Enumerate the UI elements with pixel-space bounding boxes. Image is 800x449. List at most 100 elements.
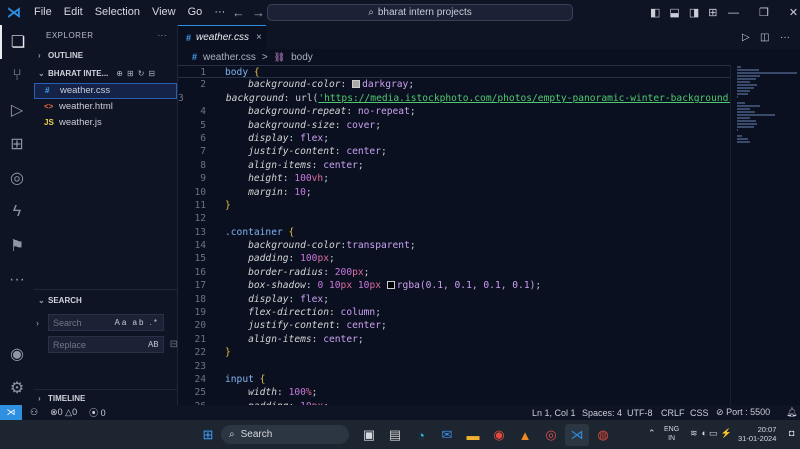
search-input[interactable]: Search Aa ab .* bbox=[48, 314, 164, 331]
live-server-status[interactable]: ⊘ Port : 5500 bbox=[716, 407, 770, 418]
file-weather-css[interactable]: # weather.css bbox=[34, 83, 177, 99]
code-line[interactable]: 7 justify-content: center; bbox=[178, 145, 730, 158]
color-swatch[interactable] bbox=[352, 80, 361, 89]
extensions-icon[interactable]: ⊞ bbox=[0, 127, 34, 161]
code-line[interactable]: 13 .container { bbox=[178, 226, 730, 239]
replace-all-icon[interactable]: ⊟ bbox=[170, 339, 178, 350]
match-case-toggle[interactable]: Aa bbox=[114, 318, 128, 327]
mail-icon[interactable]: ✉ bbox=[435, 424, 459, 446]
windows-start-icon[interactable]: ⊞ bbox=[196, 424, 220, 446]
menu-selection[interactable]: Selection bbox=[89, 0, 146, 25]
folder-icon[interactable]: ▬ bbox=[461, 424, 485, 446]
more-actions-icon[interactable]: ··· bbox=[158, 25, 168, 47]
notifications-bell-icon[interactable]: 🔔︎ bbox=[786, 407, 797, 418]
chrome-icon[interactable]: ◉ bbox=[487, 424, 511, 446]
menu-view[interactable]: View bbox=[146, 0, 182, 25]
code-line[interactable]: 8 align-items: center; bbox=[178, 159, 730, 172]
eol-status[interactable]: CRLF bbox=[661, 408, 685, 418]
toggle-panel-icon[interactable]: ⬓ bbox=[669, 6, 679, 19]
project-section[interactable]: ⌄ BHARAT INTE... ⊕⊞↻⊟ bbox=[34, 65, 177, 83]
code-line[interactable]: 12 bbox=[178, 212, 730, 225]
editor-more-icon[interactable]: ··· bbox=[780, 32, 790, 43]
toggle-primary-sidebar-icon[interactable]: ◧ bbox=[650, 6, 660, 19]
system-tray-icons[interactable]: ≋◖▭⚡ bbox=[690, 428, 735, 439]
code-line[interactable]: 22} bbox=[178, 346, 730, 359]
code-editor[interactable]: 1 body {2 background-color: darkgray; 3 ba… bbox=[178, 65, 730, 405]
command-center-search[interactable]: ⌕ bharat intern projects bbox=[267, 4, 573, 21]
explorer-files-icon[interactable]: ❏ bbox=[0, 25, 34, 59]
whole-word-toggle[interactable]: ab bbox=[133, 318, 146, 327]
vlc-icon[interactable]: ▲ bbox=[513, 424, 537, 446]
customize-layout-icon[interactable]: ⊞ bbox=[708, 6, 717, 19]
code-line[interactable]: 10 margin: 10; bbox=[178, 186, 730, 199]
explorer-actions[interactable]: ⊕⊞↻⊟ bbox=[116, 65, 159, 83]
code-line[interactable]: 23 bbox=[178, 360, 730, 373]
taskbar-search[interactable]: ⌕ Search bbox=[221, 425, 349, 444]
code-line[interactable]: 5 background-size: cover; bbox=[178, 119, 730, 132]
breadcrumb-file[interactable]: weather.css bbox=[203, 52, 256, 63]
code-line[interactable]: 20 justify-content: center; bbox=[178, 319, 730, 332]
file-explorer-icon[interactable]: ▤ bbox=[383, 424, 407, 446]
menu-file[interactable]: File bbox=[28, 0, 58, 25]
toggle-replace-icon[interactable]: › bbox=[36, 318, 39, 328]
code-line[interactable]: 6 display: flex; bbox=[178, 132, 730, 145]
vscode-taskbar-icon[interactable]: ⋊ bbox=[565, 424, 589, 446]
breadcrumb-symbol[interactable]: body bbox=[291, 52, 313, 63]
menu-edit[interactable]: Edit bbox=[58, 0, 89, 25]
task-view-icon[interactable]: ▣ bbox=[357, 424, 381, 446]
source-control-icon[interactable]: ⑂ bbox=[0, 59, 34, 93]
encoding-status[interactable]: UTF-8 bbox=[627, 408, 653, 418]
accounts-status-icon[interactable]: ⚇ bbox=[30, 407, 38, 418]
menu-go[interactable]: Go bbox=[182, 0, 209, 25]
outline-section[interactable]: › OUTLINE bbox=[34, 47, 177, 65]
indentation-status[interactable]: Spaces: 4 bbox=[582, 408, 622, 418]
close-window-icon[interactable]: ✕ bbox=[789, 6, 798, 19]
color-swatch[interactable] bbox=[386, 281, 395, 290]
settings-gear-icon[interactable]: ⚙ bbox=[0, 371, 34, 405]
code-line[interactable]: 15 padding: 100px; bbox=[178, 252, 730, 265]
run-debug-icon[interactable]: ▷ bbox=[0, 93, 34, 127]
toggle-secondary-sidebar-icon[interactable]: ◨ bbox=[689, 6, 699, 19]
remote-indicator-icon[interactable]: ⋊ bbox=[0, 405, 22, 420]
close-tab-icon[interactable]: × bbox=[256, 32, 262, 43]
language-status[interactable]: CSS bbox=[690, 408, 709, 418]
code-line[interactable]: 4 background-repeat: no-repeat; bbox=[178, 105, 730, 118]
file-weather-html[interactable]: <> weather.html bbox=[34, 99, 177, 115]
chrome-alt-icon[interactable]: ◍ bbox=[591, 424, 615, 446]
clock[interactable]: 20:07 31-01-2024 bbox=[738, 425, 776, 443]
code-line[interactable]: 25 width: 100%; bbox=[178, 386, 730, 399]
remote-explorer-icon[interactable]: ◎ bbox=[0, 161, 34, 195]
file-weather-js[interactable]: JS weather.js bbox=[34, 115, 177, 131]
regex-toggle[interactable]: .* bbox=[150, 318, 159, 327]
chrome-profile-icon[interactable]: ◎ bbox=[539, 424, 563, 446]
account-icon[interactable]: ◉ bbox=[0, 337, 34, 371]
tab-weather-css[interactable]: # weather.css × bbox=[178, 25, 266, 49]
more-views-icon[interactable]: ··· bbox=[0, 263, 34, 297]
cursor-position[interactable]: Ln 1, Col 1 bbox=[532, 408, 576, 418]
ports-status[interactable]: ⦿ 0 bbox=[89, 406, 106, 419]
run-icon[interactable]: ▷ bbox=[742, 32, 750, 43]
code-line[interactable]: 19 flex-direction: column; bbox=[178, 306, 730, 319]
problems-status[interactable]: ⊗0 △0 bbox=[50, 407, 77, 418]
lightning-icon[interactable]: ϟ bbox=[0, 195, 34, 229]
code-line[interactable]: 24 input { bbox=[178, 373, 730, 386]
code-line[interactable]: 11} bbox=[178, 199, 730, 212]
code-line[interactable]: 14 background-color:transparent; bbox=[178, 239, 730, 252]
code-line[interactable]: 2 background-color: darkgray; bbox=[178, 78, 730, 91]
edge-browser-icon[interactable]: ◔ bbox=[409, 424, 433, 446]
restore-icon[interactable]: ❐ bbox=[759, 6, 769, 19]
split-editor-icon[interactable]: ◫ bbox=[760, 32, 769, 43]
code-line[interactable]: 17 box-shadow: 0 10px 10px rgba(0.1, 0.1… bbox=[178, 279, 730, 292]
preserve-case-toggle[interactable]: AB bbox=[148, 340, 159, 349]
code-line[interactable]: 3 background: url('https://media.istockp… bbox=[178, 92, 730, 105]
language-indicator[interactable]: ENG IN bbox=[664, 425, 679, 443]
code-line[interactable]: 16 border-radius: 200px; bbox=[178, 266, 730, 279]
code-line[interactable]: 9 height: 100vh; bbox=[178, 172, 730, 185]
minimize-icon[interactable]: — bbox=[728, 7, 739, 19]
show-hidden-icons[interactable]: ⌃ bbox=[648, 428, 656, 439]
code-line[interactable]: 18 display: flex; bbox=[178, 293, 730, 306]
search-header[interactable]: ⌄ SEARCH bbox=[34, 292, 178, 310]
replace-input[interactable]: Replace AB bbox=[48, 336, 164, 353]
code-line[interactable]: 21 align-items: center; bbox=[178, 333, 730, 346]
bookmark-icon[interactable]: ⚑ bbox=[0, 229, 34, 263]
